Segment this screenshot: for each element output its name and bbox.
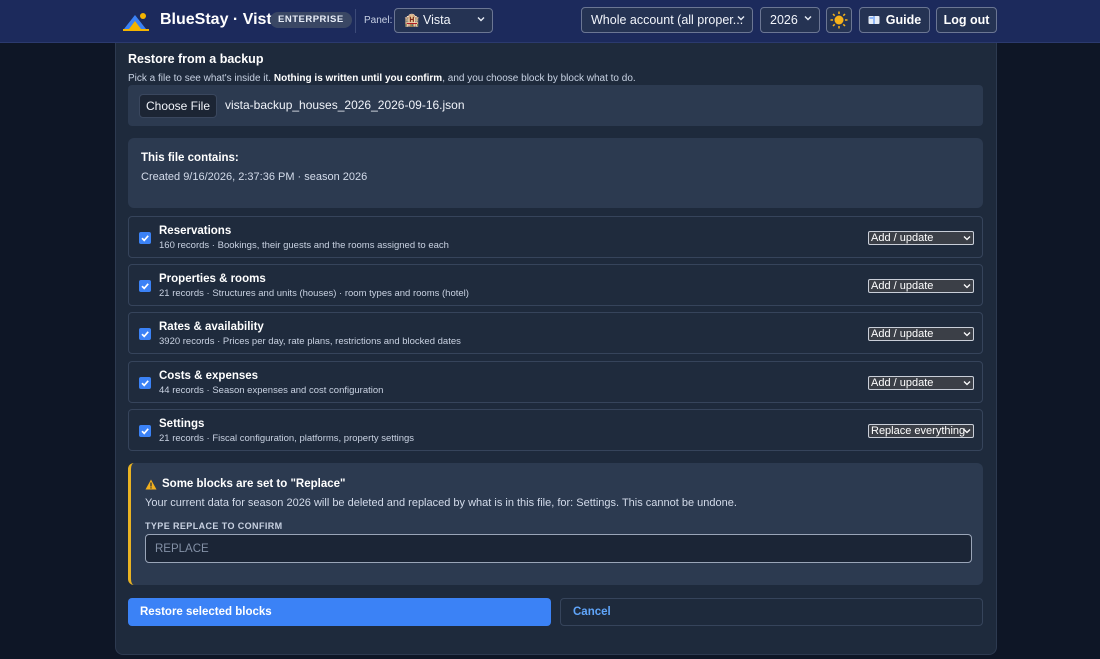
chevron-down-icon	[963, 284, 971, 289]
file-info-title: This file contains:	[141, 152, 239, 164]
block-action-value: Add / update	[871, 280, 934, 292]
logout-button[interactable]: Log out	[936, 7, 997, 33]
section-title: Restore from a backup	[128, 52, 264, 66]
block-title: Properties & rooms	[159, 273, 266, 285]
block-checkbox[interactable]	[139, 280, 151, 292]
block-row-settings: Settings 21 records · Fiscal configurati…	[128, 409, 983, 451]
account-select-value: Whole account (all proper...	[591, 13, 744, 27]
logo-icon[interactable]	[121, 9, 151, 33]
block-action-value: Add / update	[871, 377, 934, 389]
chevron-down-icon	[963, 236, 971, 241]
chevron-down-icon	[963, 381, 971, 386]
file-created-info: Created 9/16/2026, 2:37:36 PM · season 2…	[141, 171, 368, 183]
sun-icon	[830, 11, 848, 29]
book-icon	[868, 16, 880, 24]
block-row-reservations: Reservations 160 records · Bookings, the…	[128, 216, 983, 258]
block-title: Rates & availability	[159, 321, 264, 333]
block-action-select[interactable]: Replace everything	[868, 424, 974, 438]
block-description: 44 records · Season expenses and cost co…	[159, 385, 384, 396]
brand-name[interactable]: BlueStay · Vista	[160, 11, 281, 29]
panel-label: Panel:	[364, 15, 393, 26]
warning-title: Some blocks are set to "Replace"	[162, 478, 346, 490]
confirm-input[interactable]	[145, 534, 972, 563]
panel-select[interactable]: 🏨 Vista	[394, 8, 493, 33]
warning-text: Your current data for season 2026 will b…	[145, 497, 737, 509]
block-action-value: Replace everything	[871, 425, 966, 437]
block-action-value: Add / update	[871, 328, 934, 340]
theme-toggle-button[interactable]	[826, 7, 852, 33]
divider	[355, 9, 356, 33]
restore-selected-button[interactable]: Restore selected blocks	[128, 598, 551, 626]
block-action-value: Add / update	[871, 232, 934, 244]
block-description: 160 records · Bookings, their guests and…	[159, 240, 449, 251]
checkmark-icon	[141, 283, 149, 290]
guide-button[interactable]: Guide	[859, 7, 930, 33]
block-checkbox[interactable]	[139, 328, 151, 340]
cancel-button[interactable]: Cancel	[560, 598, 983, 626]
block-title: Costs & expenses	[159, 370, 259, 382]
block-row-properties: Properties & rooms 21 records · Structur…	[128, 264, 983, 306]
block-action-select[interactable]: Add / update	[868, 327, 974, 341]
block-action-select[interactable]: Add / update	[868, 376, 974, 390]
file-picker: Choose File vista-backup_houses_2026_202…	[128, 85, 983, 126]
block-checkbox[interactable]	[139, 425, 151, 437]
panel-select-value: 🏨 Vista	[404, 13, 451, 27]
block-description: 21 records · Fiscal configuration, platf…	[159, 433, 415, 444]
checkmark-icon	[141, 380, 149, 387]
guide-label: Guide	[885, 13, 922, 27]
block-checkbox[interactable]	[139, 377, 151, 389]
block-title: Reservations	[159, 225, 232, 237]
block-row-costs: Costs & expenses 44 records · Season exp…	[128, 361, 983, 403]
year-select[interactable]: 2026	[760, 7, 820, 33]
block-action-select[interactable]: Add / update	[868, 231, 974, 245]
warning-title-row: Some blocks are set to "Replace"	[145, 478, 345, 490]
chevron-down-icon	[477, 17, 485, 22]
choose-file-button[interactable]: Choose File	[139, 94, 217, 118]
chevron-down-icon	[804, 16, 812, 21]
confirm-label: TYPE REPLACE TO CONFIRM	[145, 521, 283, 531]
chevron-down-icon	[737, 16, 745, 21]
block-row-rates: Rates & availability 3920 records · Pric…	[128, 312, 983, 354]
block-checkbox[interactable]	[139, 232, 151, 244]
account-select[interactable]: Whole account (all proper...	[581, 7, 753, 33]
edition-badge: ENTERPRISE	[270, 12, 352, 28]
chevron-down-icon	[963, 429, 971, 434]
block-description: 21 records · Structures and units (house…	[159, 288, 469, 299]
warning-icon	[145, 479, 157, 489]
checkmark-icon	[141, 235, 149, 242]
section-subtitle: Pick a file to see what's inside it. Not…	[128, 73, 636, 84]
checkmark-icon	[141, 331, 149, 338]
file-info-box: This file contains: Created 9/16/2026, 2…	[128, 138, 983, 208]
block-action-select[interactable]: Add / update	[868, 279, 974, 293]
top-bar: BlueStay · Vista ENTERPRISE Panel: 🏨 Vis…	[0, 0, 1100, 43]
block-title: Settings	[159, 418, 205, 430]
chevron-down-icon	[963, 332, 971, 337]
replace-warning: Some blocks are set to "Replace" Your cu…	[128, 463, 983, 585]
checkmark-icon	[141, 428, 149, 435]
year-select-value: 2026	[770, 13, 798, 27]
block-description: 3920 records · Prices per day, rate plan…	[159, 336, 461, 347]
selected-file-name: vista-backup_houses_2026_2026-09-16.json	[225, 98, 465, 112]
